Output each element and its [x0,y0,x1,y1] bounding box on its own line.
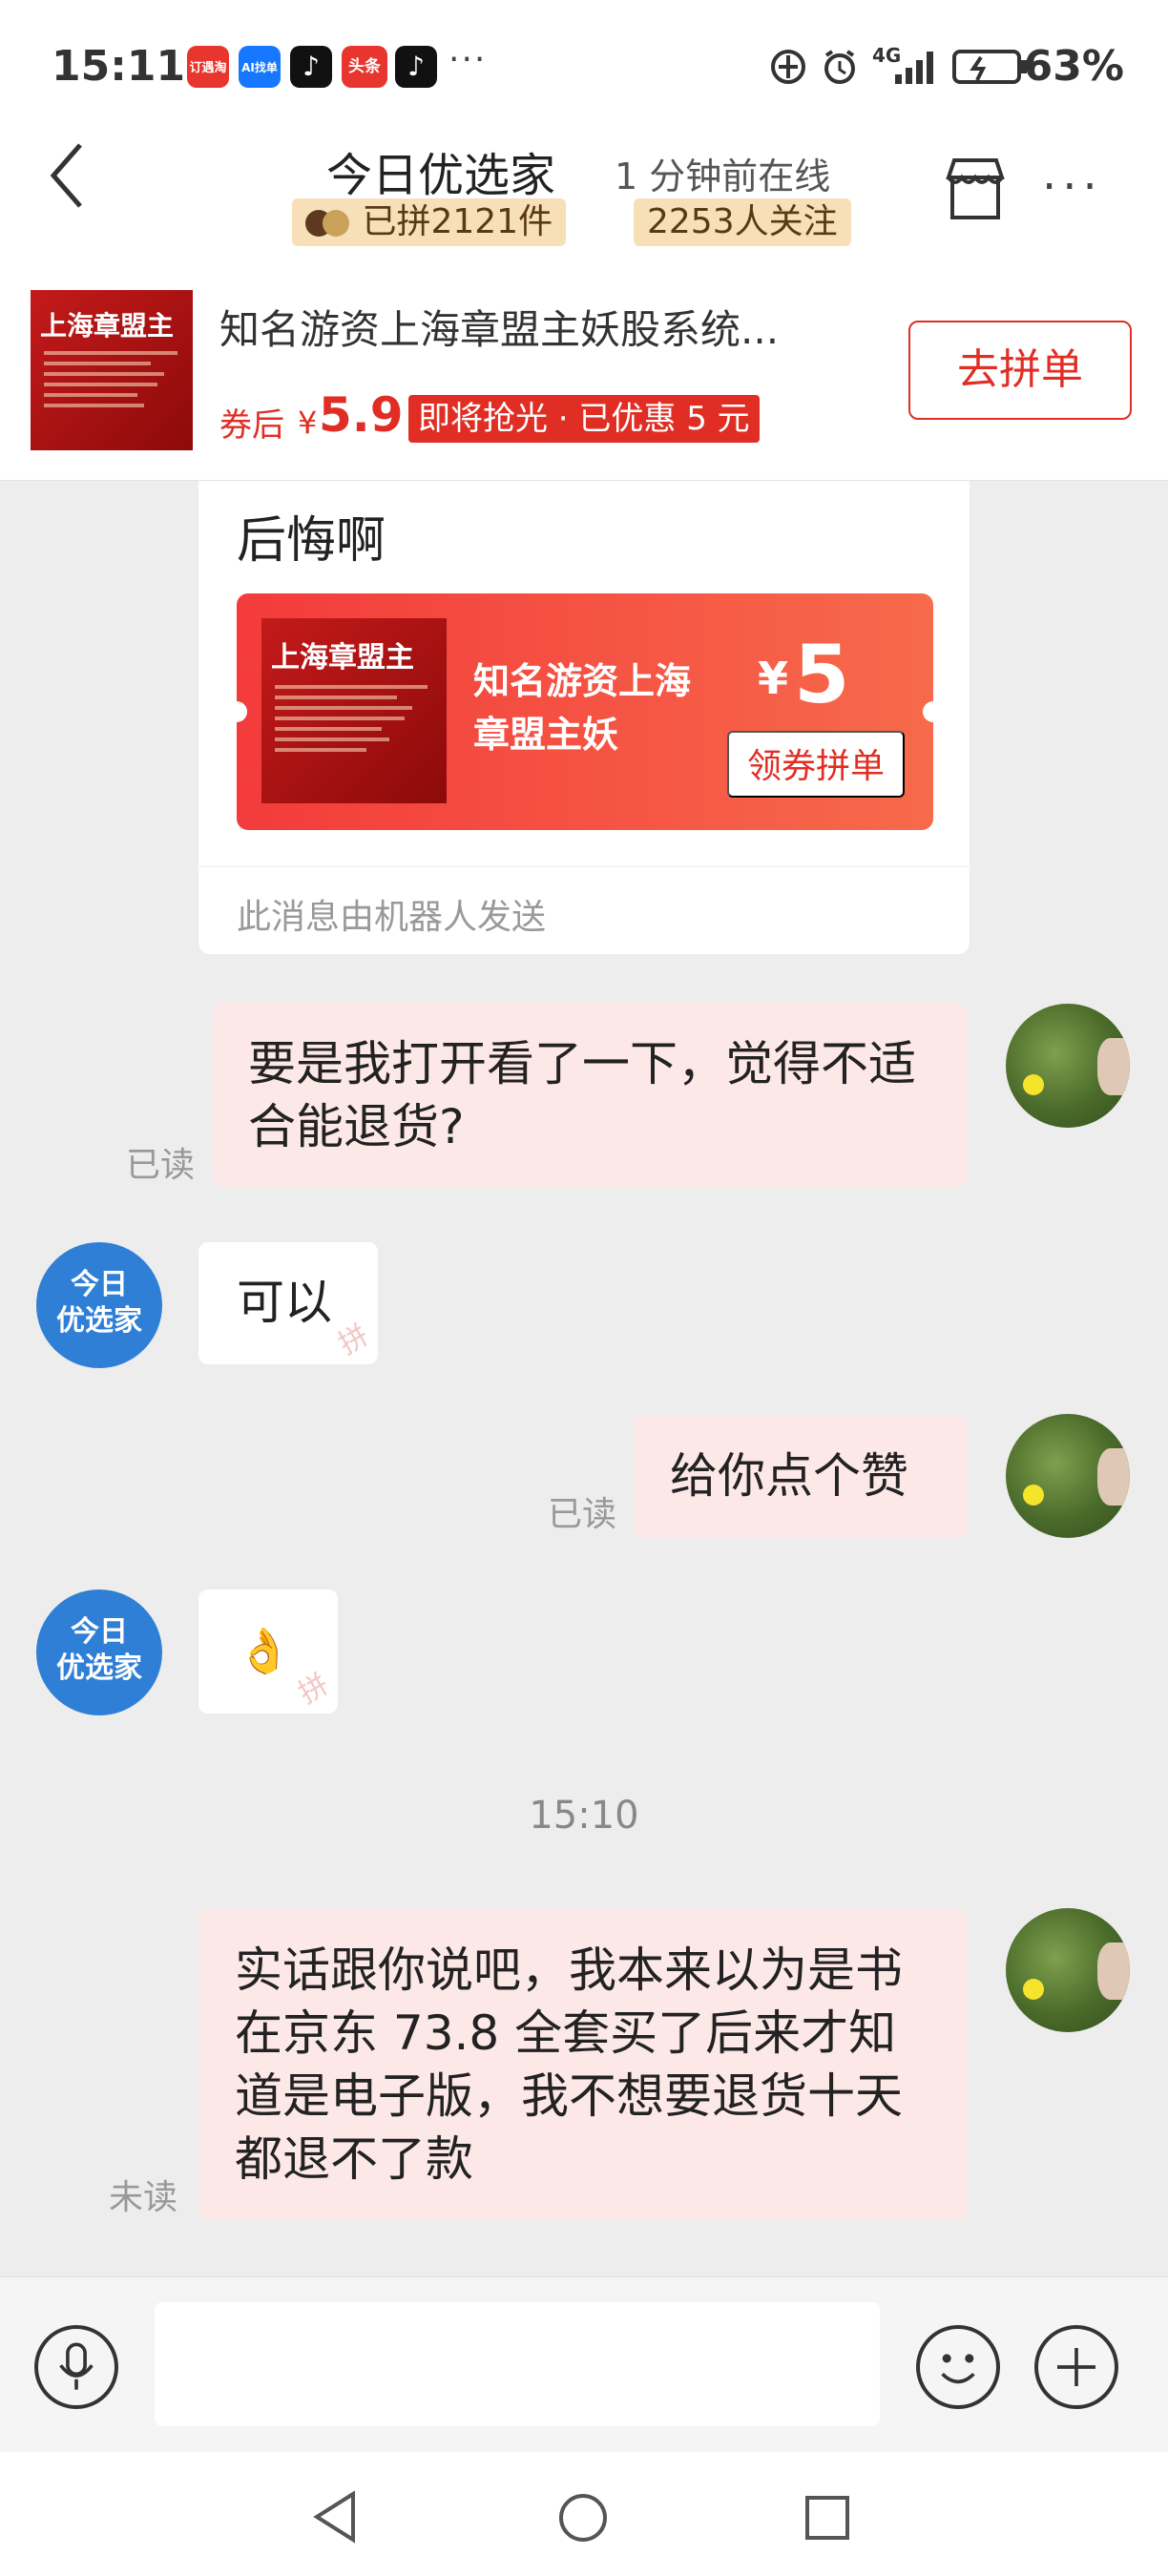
shop-avatar-line1: 今日 [71,1268,128,1301]
toutiao-icon: 头条 [342,46,387,88]
coupon-currency: ¥ [758,653,789,704]
shop-avatar[interactable]: 今日 优选家 [36,1589,162,1715]
alipay-icon: AI找单 [239,46,281,88]
online-status: 1 分钟前在线 [615,156,831,197]
microphone-icon[interactable] [34,2325,118,2409]
coupon-thumb-title: 上海章盟主 [271,641,414,675]
system-nav-bar [0,2452,1168,2576]
promo-tag: 即将抢光 · 已优惠 5 元 [408,395,760,443]
alarm-icon [824,50,855,84]
shop-avatar[interactable]: 今日 优选家 [36,1242,162,1368]
thumb-title: 上海章盟主 [40,310,175,342]
battery-level: 63% [1023,42,1124,91]
bot-message-text: 后悔啊 [237,512,386,570]
product-thumbnail[interactable]: 上海章盟主 [31,290,193,450]
coupon-notch-right [923,701,944,722]
shop-avatar-line1: 今日 [71,1615,128,1649]
group-count-badge: 已拼2121件 [292,198,567,246]
message-text: 可以 [237,1275,332,1330]
message-input[interactable] [155,2302,880,2426]
user-avatar[interactable] [1006,1414,1130,1538]
user-avatar[interactable] [1006,1004,1130,1128]
data-saver-icon [771,50,805,84]
message-bubble-incoming[interactable]: 可以 拼 [198,1242,378,1364]
shop-avatar-line2: 优选家 [56,1652,142,1685]
nav-recents-icon[interactable] [803,2494,851,2542]
product-price: 5.9 [319,387,404,443]
shop-name[interactable]: 今日优选家 [326,137,555,204]
buyer-avatars-icon [305,208,351,239]
coupon-amount: 5 [794,628,850,721]
read-status: 已读 [126,1146,196,1185]
bot-footer-note: 此消息由机器人发送 [237,898,547,937]
coupon-thumb-lines [275,685,428,758]
tiktok-icon: ♪ [290,46,332,88]
store-icon[interactable] [939,153,1012,225]
message-bubble-incoming[interactable]: 👌 拼 [198,1589,338,1714]
message-text: 实话跟你说吧，我本来以为是书在京东 73.8 全套买了后来才知道是电子版，我不想… [235,1942,903,2187]
read-status: 未读 [109,2178,178,2217]
nav-home-icon[interactable] [557,2492,609,2544]
message-text: 给你点个赞 [670,1448,908,1504]
time-divider: 15:10 [529,1794,639,1838]
coupon-title: 知名游资上海章盟主妖 [473,660,692,756]
chat-header: 今日优选家 1 分钟前在线 已拼2121件 2253人关注 ··· [0,134,1168,258]
coupon-card[interactable]: 上海章盟主 知名游资上海章盟主妖 ¥ 5 领券拼单 [237,593,933,830]
price-currency: ¥ [298,405,318,441]
followers-text: 2253人关注 [647,202,838,241]
group-count-text: 已拼2121件 [362,202,553,241]
product-bar[interactable]: 上海章盟主 知名游资上海章盟主妖股系统... 券后 ¥ 5.9 即将抢光 · 已… [0,258,1168,481]
more-options-icon[interactable]: ··· [1042,160,1103,214]
status-bar: 15:11 订遇淘 AI找单 ♪ 头条 ♪ ··· 4G 63% [0,0,1168,134]
product-title[interactable]: 知名游资上海章盟主妖股系统... [219,298,779,356]
followers-badge: 2253人关注 [634,198,851,246]
taobao-special-icon: 订遇淘 [187,46,229,88]
tiktok-icon-2: ♪ [395,46,437,88]
ok-hand-emoji-icon: 👌 [237,1625,292,1676]
status-time: 15:11 [52,42,186,91]
message-bubble-outgoing[interactable]: 实话跟你说吧，我本来以为是书在京东 73.8 全套买了后来才知道是电子版，我不想… [198,1910,968,2219]
add-attachment-icon[interactable] [1034,2325,1118,2409]
emoji-icon[interactable] [916,2325,1000,2409]
message-bubble-outgoing[interactable]: 给你点个赞 [634,1416,968,1538]
read-status: 已读 [548,1495,617,1534]
coupon-product-image: 上海章盟主 [261,618,447,803]
coupon-notch-left [226,701,247,722]
price-label: 券后 [219,406,284,445]
thumb-text-lines [44,351,177,414]
shop-avatar-line2: 优选家 [56,1304,142,1338]
bot-message-card: 后悔啊 上海章盟主 知名游资上海章盟主妖 ¥ 5 领券拼单 此消息由机器人发送 [198,481,970,954]
back-arrow-icon[interactable] [38,134,105,229]
user-avatar[interactable] [1006,1908,1130,2032]
battery-icon [952,50,1027,84]
message-bubble-outgoing[interactable]: 要是我打开看了一下，觉得不适合能退货? [214,1004,968,1187]
group-buy-button[interactable]: 去拼单 [908,321,1132,420]
divider [198,866,970,867]
nav-back-icon[interactable] [311,2490,359,2544]
signal-icon [895,52,933,84]
status-more-icon: ··· [448,40,488,79]
input-bar [0,2276,1168,2452]
claim-coupon-button[interactable]: 领券拼单 [727,731,905,798]
message-text: 要是我打开看了一下，觉得不适合能退货? [248,1036,916,1154]
